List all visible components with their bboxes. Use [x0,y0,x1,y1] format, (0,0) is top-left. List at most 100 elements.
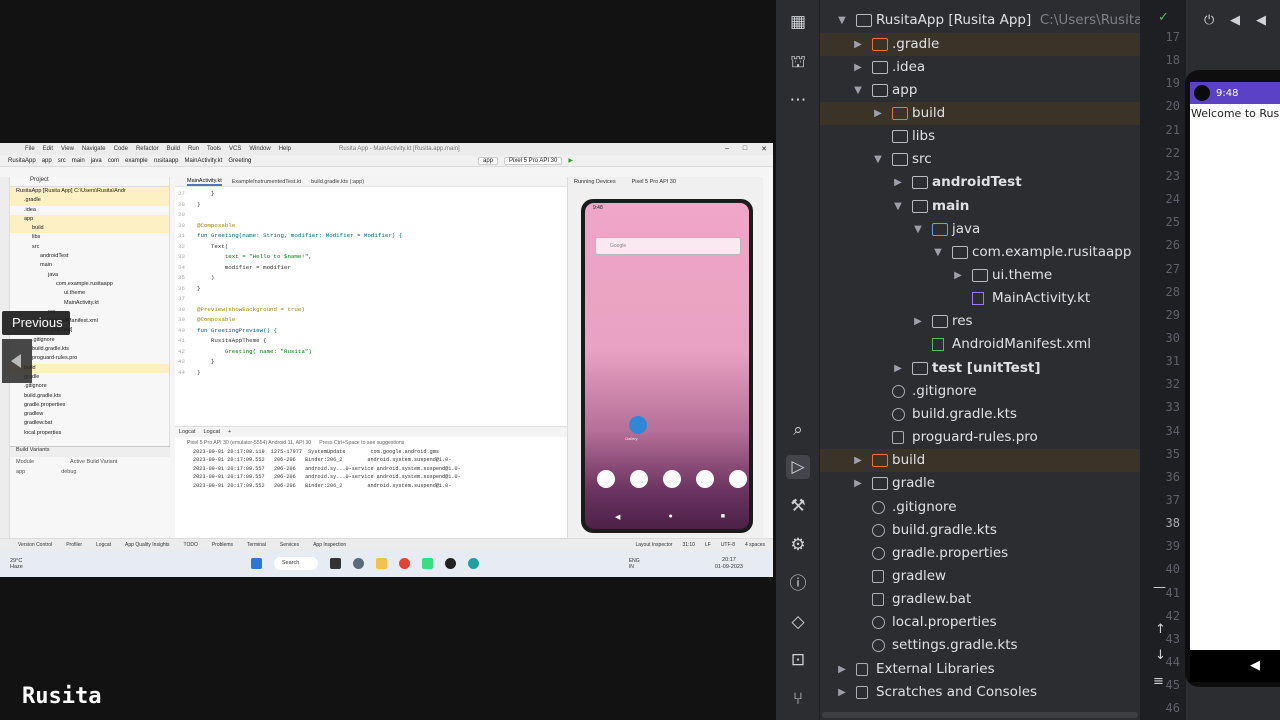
embedded-tree-row[interactable]: app [10,214,169,225]
project-header[interactable]: Project [10,177,169,187]
emulator-phone[interactable]: 9:48 Google Gallery ◀ ● ■ [581,199,753,533]
tree-row[interactable]: settings.gradle.kts [820,634,1140,657]
code-line[interactable]: 31 fun Greeting(name: String, modifier: M… [175,231,567,242]
code-line[interactable]: 39 @Composable [175,315,567,326]
more-icon[interactable]: ⋯ [786,88,810,112]
tree-row[interactable]: ▶ .gradle [820,32,1140,56]
chevron-down-icon[interactable]: ▼ [872,148,884,171]
phone-app-icon[interactable] [597,470,615,488]
embedded-tree-row[interactable]: main [10,261,169,270]
gallery-app-icon[interactable] [629,416,647,434]
chrome-app-icon[interactable] [696,470,714,488]
terminal-icon[interactable]: ⊡ [786,648,810,672]
embedded-tree-row[interactable]: gradle [10,373,169,382]
tree-row[interactable]: .gitignore [820,496,1140,519]
indent[interactable]: 4 spaces [745,542,765,548]
tab-running-devices[interactable]: Running Devices [574,179,616,185]
run-icon[interactable]: ▷ [786,455,810,479]
logcat-row[interactable]: 2023-09-01 20:17:09.557 206-206 android.… [175,465,567,473]
embedded-tree-row[interactable]: gradlew [10,410,169,419]
tab-logcat[interactable]: Logcat [179,429,196,435]
line-endings[interactable]: LF [705,542,711,548]
logcat-row[interactable]: 2023-09-01 20:17:08.119 1275-17977 Syste… [175,448,567,456]
project-icon[interactable]: ▦ [786,10,810,34]
tree-row[interactable]: ▶ test [unitTest] [820,357,1140,380]
chrome-icon[interactable] [398,558,410,569]
menu-run[interactable]: Run [188,146,199,152]
crumb[interactable]: MainActivity.kt [184,158,222,164]
embedded-tree-row[interactable]: libs [10,233,169,242]
home-icon[interactable]: ● [668,513,672,521]
code-line[interactable]: 42 Greeting( name: "Rusita") [175,347,567,358]
emulator-screen[interactable]: 9:48 Welcome to Rusi [1190,82,1280,650]
windows-start-icon[interactable] [250,558,262,569]
menu-tools[interactable]: Tools [207,146,221,152]
tab-example-test[interactable]: ExampleInstrumentedTest.kt [232,179,301,185]
encoding[interactable]: UTF-8 [721,542,735,548]
tree-row[interactable]: ▶ build [820,449,1140,473]
phone-search-bar[interactable]: Google [595,237,741,255]
tree-row[interactable]: proguard-rules.pro [820,426,1140,449]
find-icon[interactable]: ⌕ [786,418,810,442]
code-line[interactable]: 41 RusitaAppTheme { [175,336,567,347]
embedded-tree-row[interactable]: local.properties [10,429,169,438]
chevron-right-icon[interactable]: ▶ [852,472,864,495]
menu-navigate[interactable]: Navigate [82,146,106,152]
tree-row[interactable]: ▶ External Libraries [820,658,1140,681]
embedded-tree-row[interactable]: com.example.rusitaapp [10,280,169,289]
tab-logcat-2[interactable]: Logcat [204,429,221,435]
camera-app-icon[interactable] [729,470,747,488]
maps-app-icon[interactable] [663,470,681,488]
tree-row[interactable]: libs [820,125,1140,148]
tool-app-inspection[interactable]: App Inspection [313,542,346,548]
embedded-tree-row[interactable]: .gradle [10,196,169,206]
tool-todo[interactable]: TODO [184,542,198,548]
phone-home-screen[interactable]: 9:48 Google Gallery ◀ ● ■ [585,203,749,529]
chevron-down-icon[interactable]: ▼ [892,195,904,218]
menu-help[interactable]: Help [279,146,291,152]
problems-icon[interactable]: ⓘ [786,572,810,596]
previous-button[interactable] [2,339,32,383]
add-tab-icon[interactable]: + [228,429,231,435]
code-line[interactable]: 28} [175,200,567,211]
code-line[interactable]: 32 Text( [175,242,567,253]
chevron-right-icon[interactable]: ▶ [892,171,904,194]
embedded-tree-row[interactable]: gradlew.bat [10,419,169,428]
embedded-tree-row[interactable]: build.gradle.kts [10,392,169,401]
run-icon[interactable]: ▶ [568,157,573,164]
android-studio-icon[interactable] [421,558,433,569]
tree-row[interactable]: gradlew [820,565,1140,588]
crumb[interactable]: main [72,158,85,164]
tree-row-root[interactable]: ▼ RusitaApp [Rusita App] C:\Users\Rusita [820,9,1140,32]
code-line[interactable]: 33 text = "Hello to $name!", [175,252,567,263]
embedded-tree-row[interactable]: build [10,363,169,373]
emulator-back-icon[interactable]: ◀ [1190,650,1280,682]
tree-row[interactable]: gradlew.bat [820,588,1140,611]
tree-row[interactable]: ▶ res [820,310,1140,333]
tool-profiler[interactable]: Profiler [66,542,82,548]
logcat-row[interactable]: 2023-09-01 20:17:09.552 206-206 Binder:2… [175,482,567,490]
tool-logcat[interactable]: Logcat [96,542,111,548]
minimize-icon[interactable]: — [1153,580,1166,595]
maximize-icon[interactable]: □ [743,145,747,153]
menu-code[interactable]: Code [114,146,128,152]
chevron-down-icon[interactable]: ▼ [912,218,924,241]
tab-device[interactable]: Pixel 5 Pro API 30 [632,179,676,185]
tree-row[interactable]: ▶ Scratches and Consoles [820,681,1140,704]
logcat-row[interactable]: 2023-09-01 20:17:09.557 206-206 android.… [175,473,567,481]
volume-up-icon[interactable]: ◀ [1256,13,1266,28]
crumb[interactable]: example [125,158,148,164]
caret-position[interactable]: 31:10 [682,542,695,548]
arrow-up-icon[interactable]: ↑ [1155,622,1166,637]
volume-down-icon[interactable]: ◀ [1230,13,1240,28]
tool-services[interactable]: Services [280,542,299,548]
chevron-right-icon[interactable]: ▶ [852,56,864,79]
chevron-right-icon[interactable]: ▶ [852,449,864,472]
arrow-down-icon[interactable]: ↓ [1155,648,1166,663]
crumb[interactable]: app [42,158,52,164]
taskbar-search[interactable]: Search [273,557,318,570]
taskbar-clock[interactable]: 20:17 01-09-2023 [715,557,743,571]
tree-row[interactable]: .gitignore [820,380,1140,403]
device-select[interactable]: Pixel 5 Pro API 30 [504,156,563,165]
tree-row[interactable]: MainActivity.kt [820,287,1140,310]
